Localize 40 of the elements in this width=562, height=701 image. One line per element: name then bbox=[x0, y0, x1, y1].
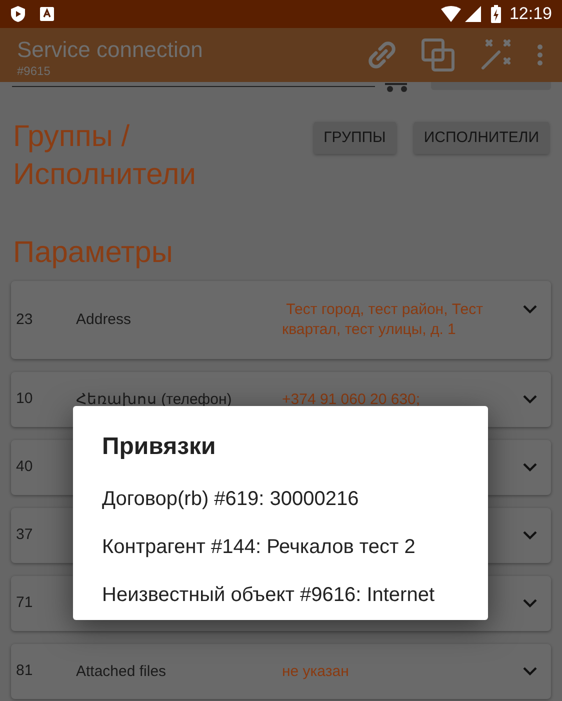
parameter-id: 71 bbox=[16, 593, 34, 614]
chevron-down-icon[interactable] bbox=[523, 599, 537, 608]
parameter-value: не указан bbox=[282, 662, 350, 682]
section-heading: Группы / Исполнители bbox=[13, 119, 198, 193]
binding-link[interactable]: Неизвестный объект #9616: Internet bbox=[102, 582, 468, 608]
app-subtitle: #9615 bbox=[17, 64, 52, 78]
chevron-down-icon[interactable] bbox=[523, 531, 537, 540]
dialog-title: Привязки bbox=[102, 432, 217, 462]
parameter-id: 81 bbox=[16, 661, 34, 682]
section-heading: Параметры bbox=[12, 235, 174, 271]
chevron-down-icon[interactable] bbox=[523, 305, 537, 314]
parameter-card[interactable]: 23 Address Тест город, тест район, Тест квартал, тест улицы, д. 1 bbox=[11, 281, 551, 359]
chevron-down-icon[interactable] bbox=[523, 395, 537, 404]
parameter-label: Address bbox=[76, 311, 132, 328]
parameter-id: 23 bbox=[16, 310, 34, 330]
parameter-value: Тест город, тест район, Тест квартал, тест улицы, д. 1 bbox=[282, 300, 484, 340]
chevron-down-icon[interactable] bbox=[523, 667, 537, 676]
keyboard-a-icon bbox=[40, 7, 54, 21]
battery-charging-icon bbox=[491, 5, 502, 23]
link-icon[interactable] bbox=[367, 40, 397, 70]
shield-play-icon bbox=[10, 5, 26, 23]
group-button[interactable]: ИСПОЛНИТЕЛИ bbox=[414, 122, 549, 154]
parameter-id: 40 bbox=[16, 457, 34, 478]
magic-wand-icon[interactable] bbox=[479, 38, 513, 72]
signal-icon bbox=[465, 6, 482, 22]
parameter-value: +374 91 060 20 630; bbox=[282, 390, 422, 410]
binding-link[interactable]: Договор(rb) #619: 30000216 bbox=[102, 486, 468, 512]
more-icon[interactable] bbox=[537, 44, 543, 66]
group-button[interactable]: ГРУППЫ bbox=[314, 122, 396, 154]
copy-icon[interactable] bbox=[421, 38, 455, 72]
parameter-label: Attached files bbox=[76, 662, 166, 680]
wifi-icon bbox=[441, 6, 462, 22]
status-time: 12:19 bbox=[509, 3, 552, 26]
parameter-card[interactable]: 81 Attached files не указан bbox=[11, 644, 551, 699]
parameter-label: Հեռախոս (телефон) bbox=[76, 390, 232, 408]
app-title: Service connection bbox=[17, 36, 203, 64]
chevron-down-icon[interactable] bbox=[523, 463, 537, 472]
parameter-id: 10 bbox=[16, 389, 34, 410]
parameter-id: 37 bbox=[16, 525, 34, 546]
binding-link[interactable]: Контрагент #144: Речкалов тест 2 bbox=[102, 534, 468, 560]
